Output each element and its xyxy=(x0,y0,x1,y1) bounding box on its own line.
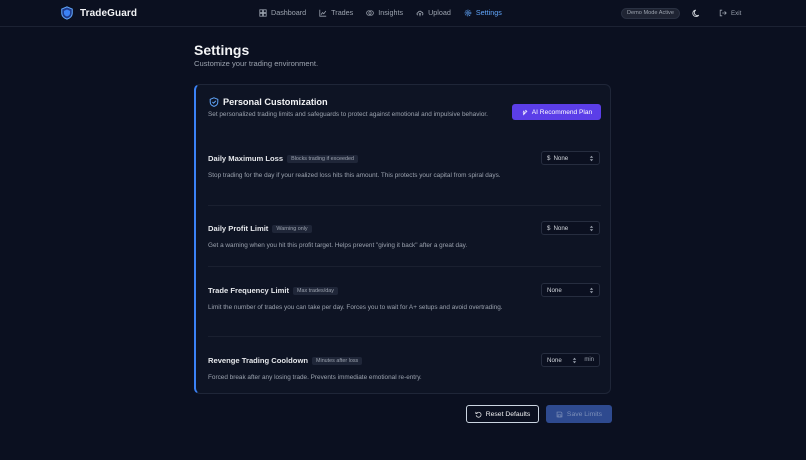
stepper-icon[interactable] xyxy=(589,155,594,162)
currency-prefix: $ xyxy=(547,154,551,162)
page-subtitle: Customize your trading environment. xyxy=(194,59,319,68)
nav-settings-label: Settings xyxy=(475,8,502,17)
nav-upload-label: Upload xyxy=(428,8,451,17)
moon-icon[interactable] xyxy=(692,9,701,18)
setting-revenge-trading-cooldown-label: Revenge Trading Cooldown xyxy=(208,356,308,365)
setting-trade-frequency-limit-label: Trade Frequency Limit xyxy=(208,286,290,295)
setting-daily-profit-limit-label: Daily Profit Limit xyxy=(208,224,269,233)
shield-check-icon xyxy=(209,97,219,107)
daily-max-loss-input[interactable]: $ None xyxy=(541,151,600,165)
divider xyxy=(208,336,601,337)
ai-recommend-plan-label: AI Recommend Plan xyxy=(531,108,593,116)
setting-trade-frequency-limit-badge: Max trades/day xyxy=(293,287,338,295)
nav-insights-label: Insights xyxy=(378,8,404,17)
currency-prefix: $ xyxy=(547,224,551,232)
nav-upload[interactable]: Upload xyxy=(416,8,451,17)
nav-dashboard[interactable]: Dashboard xyxy=(259,8,306,17)
exit-label: Exit xyxy=(731,9,742,17)
nav-settings[interactable]: Settings xyxy=(464,8,502,17)
save-limits-label: Save Limits xyxy=(566,410,603,418)
ai-recommend-plan-button[interactable]: AI Recommend Plan xyxy=(512,104,601,120)
nav-insights[interactable]: Insights xyxy=(366,8,403,17)
setting-revenge-trading-cooldown-title: Revenge Trading Cooldown Minutes after lo… xyxy=(208,356,363,365)
shield-logo-icon xyxy=(61,6,73,20)
stepper-icon[interactable] xyxy=(589,225,594,232)
nav-dashboard-label: Dashboard xyxy=(271,8,307,17)
page-title: Settings xyxy=(194,42,250,58)
sparkles-icon xyxy=(522,109,528,115)
daily-max-loss-placeholder: None xyxy=(553,154,569,162)
setting-daily-max-loss-description: Stop trading for the day if your realize… xyxy=(208,172,501,179)
stepper-icon[interactable] xyxy=(589,287,594,294)
setting-daily-profit-limit-badge: Warning only xyxy=(272,225,312,233)
reset-defaults-button[interactable]: Reset Defaults xyxy=(466,405,539,423)
stepper-icon[interactable] xyxy=(572,357,577,364)
personal-customization-card: Personal Customization Set personalized … xyxy=(194,84,611,394)
daily-profit-limit-placeholder: None xyxy=(553,224,569,232)
reset-defaults-label: Reset Defaults xyxy=(485,410,531,418)
divider xyxy=(208,266,601,267)
nav-trades[interactable]: Trades xyxy=(319,8,353,17)
dashboard-icon xyxy=(259,8,267,17)
rotate-ccw-icon xyxy=(475,411,482,418)
setting-daily-max-loss-label: Daily Maximum Loss xyxy=(208,154,284,163)
setting-trade-frequency-limit-description: Limit the number of trades you can take … xyxy=(208,304,503,311)
logout-icon xyxy=(719,9,727,17)
cloud-upload-icon xyxy=(416,10,424,16)
divider xyxy=(208,205,601,206)
top-navigation-bar: TradeGuard Dashboard Trades Insights Upl… xyxy=(0,0,806,27)
revenge-cooldown-input[interactable]: None min xyxy=(541,353,600,367)
gear-icon xyxy=(464,9,472,16)
setting-trade-frequency-limit-title: Trade Frequency Limit Max trades/day xyxy=(208,286,338,295)
brand[interactable]: TradeGuard xyxy=(60,6,137,20)
setting-daily-max-loss-title: Daily Maximum Loss Blocks trading if exce… xyxy=(208,154,359,163)
daily-profit-limit-input[interactable]: $ None xyxy=(541,221,600,235)
brand-name: TradeGuard xyxy=(80,7,138,19)
setting-revenge-trading-cooldown-badge: Minutes after loss xyxy=(312,357,363,365)
card-description: Set personalized trading limits and safe… xyxy=(208,111,488,118)
setting-daily-max-loss-badge: Blocks trading if exceeded xyxy=(287,155,359,163)
nav-trades-label: Trades xyxy=(331,8,354,17)
exit-button[interactable]: Exit xyxy=(719,9,741,17)
minutes-unit: min xyxy=(584,357,594,363)
brain-icon xyxy=(366,9,375,16)
save-limits-button[interactable]: Save Limits xyxy=(546,405,612,423)
main-nav: Dashboard Trades Insights Upload Setting… xyxy=(259,8,502,17)
save-icon xyxy=(556,411,563,417)
setting-daily-profit-limit-title: Daily Profit Limit Warning only xyxy=(208,224,312,233)
card-title: Personal Customization xyxy=(223,97,328,107)
trade-frequency-limit-input[interactable]: None xyxy=(541,283,600,297)
setting-daily-profit-limit-description: Get a warning when you hit this profit t… xyxy=(208,242,468,249)
chart-line-icon xyxy=(319,9,327,17)
trade-frequency-limit-placeholder: None xyxy=(547,286,562,294)
demo-mode-badge: Demo Mode Active xyxy=(621,8,680,19)
revenge-cooldown-placeholder: None xyxy=(547,356,562,364)
setting-revenge-trading-cooldown-description: Forced break after any losing trade. Pre… xyxy=(208,374,422,381)
